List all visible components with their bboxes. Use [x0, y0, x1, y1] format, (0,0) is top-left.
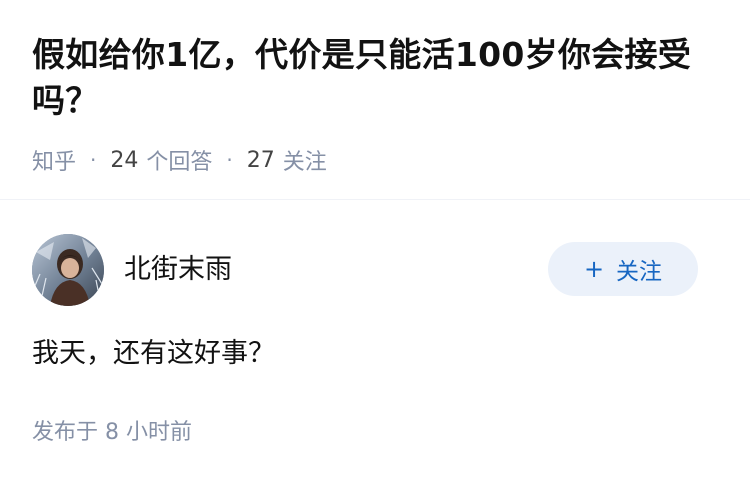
question-title[interactable]: 假如给你1亿，代价是只能活100岁你会接受吗？ [32, 32, 722, 124]
follower-count: 27 [246, 147, 275, 173]
plus-icon: + [583, 255, 605, 283]
follow-button-label: 关注 [616, 259, 663, 285]
meta-separator: · [226, 148, 233, 172]
answer-count: 24 [110, 147, 139, 173]
answer-count-label: 个回答 [146, 150, 213, 175]
follow-button[interactable]: + 关注 [548, 242, 698, 296]
question-meta: 知乎 · 24 个回答 · 27 关注 [32, 144, 327, 176]
publish-value: 8 小时前 [105, 420, 193, 445]
author-avatar[interactable] [32, 234, 104, 306]
answer-content[interactable]: 我天，还有这好事？ [32, 334, 275, 374]
author-name[interactable]: 北街末雨 [124, 252, 232, 288]
user-avatar-icon [32, 234, 104, 306]
source-label[interactable]: 知乎 [32, 144, 76, 176]
answer-card: 北街末雨 + 关注 我天，还有这好事？ 发布于 8 小时前 [0, 200, 750, 484]
meta-separator: · [90, 148, 97, 172]
follower-count-label: 关注 [282, 150, 327, 175]
zhihu-answer-page: 假如给你1亿，代价是只能活100岁你会接受吗？ 知乎 · 24 个回答 · 27… [0, 0, 750, 484]
publish-time: 发布于 8 小时前 [32, 418, 192, 448]
question-header: 假如给你1亿，代价是只能活100岁你会接受吗？ 知乎 · 24 个回答 · 27… [0, 0, 750, 200]
publish-prefix: 发布于 [32, 420, 99, 445]
